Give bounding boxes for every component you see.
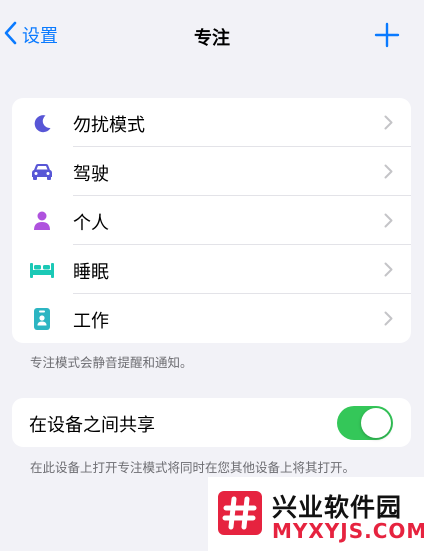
focus-modes-footer: 专注模式会静音提醒和通知。 xyxy=(30,355,193,370)
focus-item-work[interactable]: 工作 xyxy=(12,294,411,343)
focus-item-driving[interactable]: 驾驶 xyxy=(12,147,411,196)
focus-modes-list: 勿扰模式 驾驶 个人 睡眠 工作 xyxy=(12,98,411,343)
person-icon xyxy=(29,208,55,234)
add-button[interactable] xyxy=(374,22,400,48)
chevron-right-icon xyxy=(384,262,393,281)
navigation-bar: 设置 专注 xyxy=(0,0,424,70)
chevron-right-icon xyxy=(384,213,393,232)
focus-item-label: 驾驶 xyxy=(73,164,109,185)
chevron-right-icon xyxy=(384,164,393,183)
share-across-devices-group: 在设备之间共享 xyxy=(12,398,411,447)
watermark: 兴业软件园 MYXYJS.COM xyxy=(208,477,424,551)
toggle-knob xyxy=(361,408,391,438)
share-across-devices-toggle[interactable] xyxy=(337,406,393,440)
share-across-devices-row: 在设备之间共享 xyxy=(12,398,411,447)
chevron-right-icon xyxy=(384,311,393,330)
chevron-right-icon xyxy=(384,115,393,134)
hash-logo-icon xyxy=(218,491,262,535)
page-title: 专注 xyxy=(194,28,230,49)
watermark-url: MYXYJS.COM xyxy=(272,519,424,543)
focus-item-label: 勿扰模式 xyxy=(73,115,145,136)
bed-icon xyxy=(29,257,55,283)
moon-icon xyxy=(29,110,55,136)
plus-icon xyxy=(374,22,400,52)
car-icon xyxy=(29,159,55,185)
focus-item-label: 工作 xyxy=(73,311,109,332)
focus-item-label: 个人 xyxy=(73,213,109,234)
focus-item-do-not-disturb[interactable]: 勿扰模式 xyxy=(12,98,411,147)
focus-item-label: 睡眠 xyxy=(73,262,109,283)
share-footer: 在此设备上打开专注模式将同时在您其他设备上将其打开。 xyxy=(30,460,356,475)
id-badge-icon xyxy=(29,306,55,332)
focus-item-personal[interactable]: 个人 xyxy=(12,196,411,245)
focus-item-sleep[interactable]: 睡眠 xyxy=(12,245,411,294)
share-across-devices-label: 在设备之间共享 xyxy=(29,415,155,436)
